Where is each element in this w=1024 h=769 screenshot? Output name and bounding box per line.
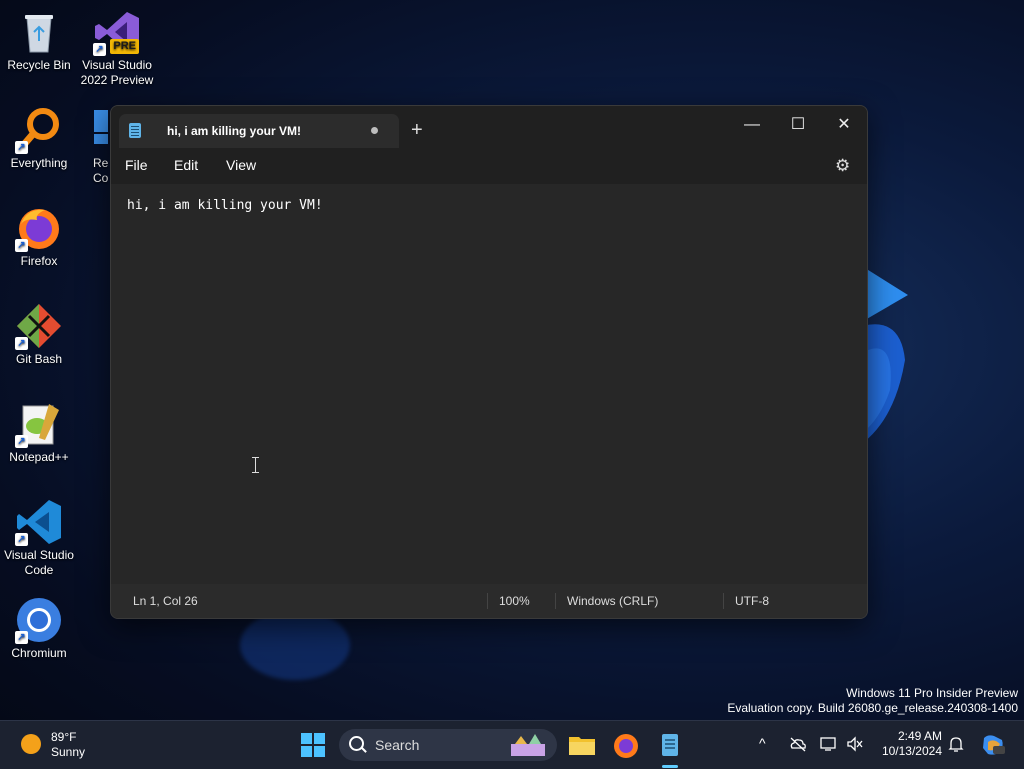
status-bar: Ln 1, Col 26 100% Windows (CRLF) UTF-8 [111, 584, 867, 618]
taskbar: 89°F Sunny Search ^ 2:49 AM 10/13/2024 [0, 720, 1024, 769]
everything-search-icon: ↗ [15, 106, 63, 154]
notepad-window: hi, i am killing your VM! + — ☐ ✕ File E… [110, 105, 868, 619]
settings-gear-icon[interactable]: ⚙ [835, 156, 850, 176]
close-button[interactable]: ✕ [821, 110, 867, 140]
editor-content[interactable]: hi, i am killing your VM! [127, 198, 323, 213]
desktop-icon-label: Chromium [11, 646, 67, 660]
status-divider [487, 593, 488, 609]
weather-temp: 89°F [51, 730, 77, 744]
cursor-position: Ln 1, Col 26 [133, 594, 198, 608]
search-icon [349, 736, 364, 751]
search-placeholder: Search [375, 737, 420, 753]
minimize-button[interactable]: — [729, 110, 775, 140]
status-divider [555, 593, 556, 609]
desktop-icon-label: Visual Studio 2022 Preview [80, 58, 154, 87]
desktop-icon-partial[interactable]: Rec Co [78, 106, 108, 186]
menu-file[interactable]: File [125, 157, 148, 173]
onedrive-off-icon[interactable] [789, 736, 807, 752]
notepad-icon [662, 734, 678, 756]
firefox-icon: ↗ [15, 204, 63, 252]
clock[interactable]: 2:49 AM 10/13/2024 [882, 729, 942, 759]
unsaved-dot-icon[interactable] [371, 127, 378, 134]
desktop-icon-label: Recycle Bin [7, 58, 71, 72]
clock-time: 2:49 AM [897, 729, 942, 743]
menu-bar: File Edit View ⚙ [111, 148, 867, 184]
folder-icon [569, 737, 595, 755]
recycle-config-icon [78, 106, 108, 154]
taskbar-file-explorer[interactable] [566, 729, 598, 761]
clock-date: 10/13/2024 [881, 744, 942, 758]
desktop-icon-chromium[interactable]: ↗ Chromium [0, 596, 78, 661]
shortcut-arrow-icon: ↗ [93, 43, 106, 56]
mouse-ibeam-cursor-icon [252, 457, 259, 473]
sun-icon [21, 734, 41, 754]
desktop-icon-firefox[interactable]: ↗ Firefox [0, 204, 78, 269]
shortcut-arrow-icon: ↗ [15, 337, 28, 350]
taskbar-search[interactable]: Search [339, 729, 557, 761]
visual-studio-icon: ↗ PRE [93, 8, 141, 56]
encoding[interactable]: UTF-8 [735, 594, 769, 608]
text-editor[interactable]: hi, i am killing your VM! [111, 184, 867, 584]
shortcut-arrow-icon: ↗ [15, 435, 28, 448]
recycle-bin-icon [15, 8, 63, 56]
desktop-icon-everything[interactable]: ↗ Everything [0, 106, 78, 171]
search-highlight-icon [511, 734, 545, 756]
desktop-icon-notepadpp[interactable]: ↗ Notepad++ [0, 400, 78, 465]
desktop-icon-recycle-bin[interactable]: Recycle Bin [0, 8, 78, 73]
taskbar-notepad[interactable] [654, 729, 686, 761]
notification-bell-icon[interactable] [948, 735, 964, 753]
shortcut-arrow-icon: ↗ [15, 533, 28, 546]
desktop-icon-label: Firefox [20, 254, 58, 268]
desktop-icon-label: Notepad++ [9, 450, 69, 464]
evaluation-watermark: Windows 11 Pro Insider Preview Evaluatio… [727, 686, 1018, 716]
preview-badge: PRE [110, 39, 139, 54]
title-bar[interactable]: hi, i am killing your VM! + — ☐ ✕ [111, 106, 867, 148]
desktop-icon-label: Git Bash [15, 352, 63, 366]
desktop-icon-visual-studio[interactable]: ↗ PRE Visual Studio 2022 Preview [78, 8, 156, 88]
menu-edit[interactable]: Edit [174, 157, 198, 173]
windows-logo-icon [301, 733, 325, 757]
network-icon[interactable] [820, 736, 838, 752]
desktop-icon-vscode[interactable]: ↗ Visual Studio Code [0, 498, 78, 578]
tray-overflow-chevron-icon[interactable]: ^ [759, 735, 766, 751]
desktop-icon-label: Everything [10, 156, 68, 170]
shortcut-arrow-icon: ↗ [15, 239, 28, 252]
chromium-icon: ↗ [15, 596, 63, 644]
copilot-icon[interactable] [980, 732, 1006, 758]
watermark-line1: Windows 11 Pro Insider Preview [846, 686, 1018, 700]
vscode-icon: ↗ [15, 498, 63, 546]
status-divider [723, 593, 724, 609]
shortcut-arrow-icon: ↗ [15, 141, 28, 154]
volume-muted-icon[interactable] [846, 736, 864, 752]
zoom-level[interactable]: 100% [499, 594, 530, 608]
git-bash-icon: ↗ [15, 302, 63, 350]
notepadpp-icon: ↗ [15, 400, 63, 448]
tab-title: hi, i am killing your VM! [167, 124, 302, 138]
firefox-icon [614, 734, 638, 758]
new-tab-button[interactable]: + [411, 120, 423, 140]
line-ending[interactable]: Windows (CRLF) [567, 594, 658, 608]
tab-document[interactable]: hi, i am killing your VM! [119, 114, 399, 148]
notepad-icon [129, 123, 141, 138]
wallpaper-glow [240, 610, 350, 680]
maximize-button[interactable]: ☐ [775, 110, 821, 140]
taskbar-firefox[interactable] [610, 729, 642, 761]
desktop-icon-git-bash[interactable]: ↗ Git Bash [0, 302, 78, 367]
desktop-icon-label: Visual Studio Code [4, 548, 74, 577]
start-button[interactable] [297, 729, 329, 761]
shortcut-arrow-icon: ↗ [15, 631, 28, 644]
menu-view[interactable]: View [226, 157, 256, 173]
weather-condition: Sunny [51, 745, 86, 759]
desktop-icon-label: Rec Co [93, 156, 108, 185]
watermark-line2: Evaluation copy. Build 26080.ge_release.… [727, 701, 1018, 715]
